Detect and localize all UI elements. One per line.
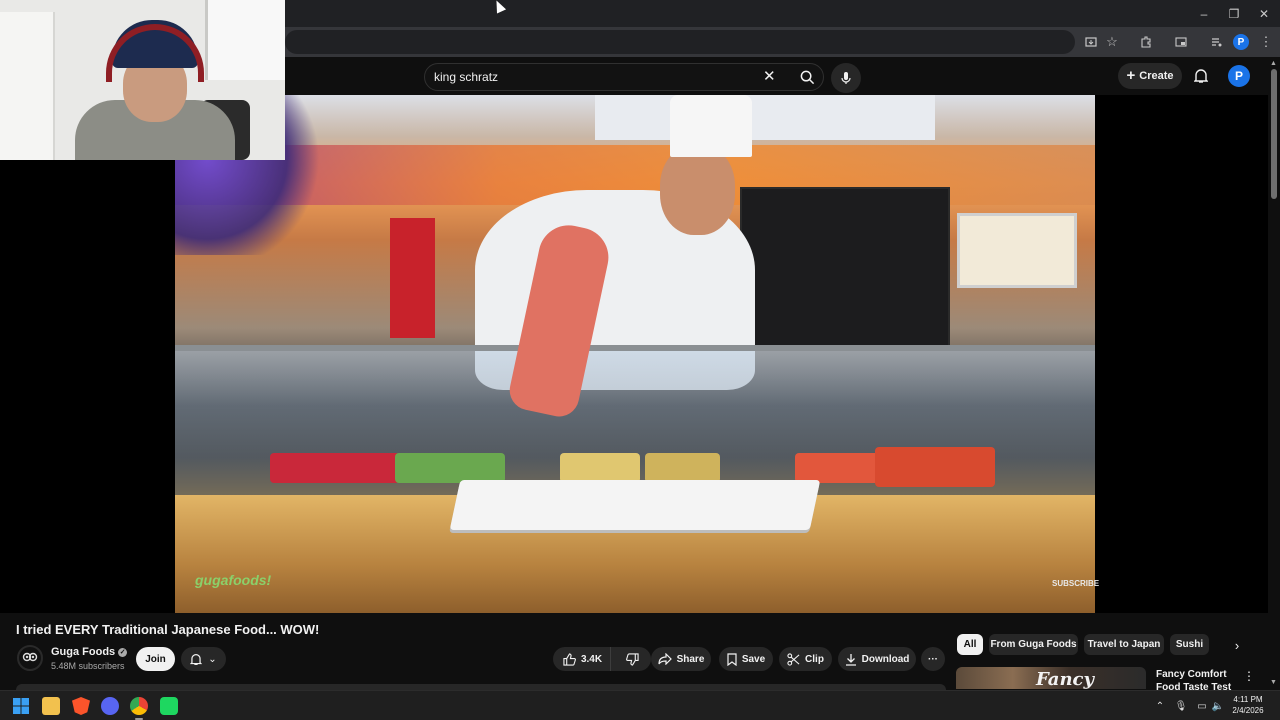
channel-name-label[interactable]: Guga Foods: [51, 646, 115, 658]
cast-icon[interactable]: [1172, 33, 1190, 51]
search-button[interactable]: [789, 64, 825, 90]
webcam-overlay: [0, 0, 285, 160]
bookmark-icon: [727, 652, 737, 666]
more-icon: ···: [928, 653, 938, 665]
system-clock[interactable]: 4:11 PM 2/4/2026: [1228, 694, 1268, 716]
brave-browser-icon[interactable]: [72, 697, 90, 715]
save-label: Save: [741, 653, 766, 665]
app-icon[interactable]: [160, 697, 178, 715]
taskbar: ⌃ 🎙 ▭ 🔈 4:11 PM 2/4/2026: [0, 690, 1280, 720]
install-app-icon[interactable]: [1082, 33, 1100, 51]
channel-avatar[interactable]: [17, 645, 43, 671]
like-button[interactable]: 3.4K: [555, 647, 612, 671]
save-button[interactable]: Save: [719, 647, 773, 671]
scissors-icon: [787, 652, 800, 666]
subscribe-watermark[interactable]: SUBSCRIBE: [1052, 579, 1099, 588]
browser-profile-avatar[interactable]: P: [1233, 34, 1249, 50]
browser-menu-icon[interactable]: ⋮: [1257, 33, 1275, 51]
extensions-icon[interactable]: [1137, 33, 1155, 51]
channel-name[interactable]: Guga Foods ✓: [51, 646, 128, 658]
microphone-icon[interactable]: 🎙: [1175, 699, 1188, 713]
close-button[interactable]: ✕: [1248, 0, 1280, 27]
download-button[interactable]: Download: [838, 647, 916, 671]
video-frame[interactable]: gugafoods!: [175, 95, 1095, 613]
search-icon: [800, 70, 814, 84]
more-actions-button[interactable]: ···: [921, 647, 945, 671]
bell-icon: [190, 653, 203, 665]
thumbnail-text: Fancy: [1036, 669, 1094, 689]
download-label: Download: [861, 653, 910, 665]
notifications-button[interactable]: [1190, 65, 1212, 87]
share-icon: [657, 653, 672, 665]
share-button[interactable]: Share: [651, 647, 711, 671]
verified-icon: ✓: [118, 647, 128, 657]
owl-logo-icon: [22, 652, 38, 662]
like-count: 3.4K: [580, 653, 603, 665]
media-controls-icon[interactable]: [1208, 33, 1226, 51]
chip-sushi[interactable]: Sushi: [1170, 634, 1209, 655]
chevron-down-icon: ⌄: [208, 653, 217, 665]
chip-from-guga-foods[interactable]: From Guga Foods: [989, 634, 1078, 655]
bookmark-star-icon[interactable]: ☆: [1103, 33, 1121, 51]
scroll-up-icon[interactable]: ▲: [1270, 60, 1278, 68]
clock-date: 2/4/2026: [1232, 706, 1264, 715]
windows-start-icon[interactable]: [12, 697, 30, 715]
clip-label: Clip: [805, 653, 824, 665]
kebab-menu-icon[interactable]: ⋮: [1243, 669, 1255, 683]
create-label: Create: [1139, 70, 1174, 82]
thumbs-up-icon: [563, 652, 576, 666]
like-dislike-group: 3.4K: [553, 647, 651, 671]
clip-button[interactable]: Clip: [779, 647, 832, 671]
search-box[interactable]: king schratz ✕: [424, 63, 824, 91]
tray-overflow-icon[interactable]: ⌃: [1154, 699, 1166, 713]
bell-icon: [1194, 69, 1208, 83]
share-label: Share: [676, 653, 705, 665]
clock-time: 4:11 PM: [1233, 695, 1263, 704]
voice-search-button[interactable]: [831, 63, 861, 93]
clear-search-icon[interactable]: ✕: [763, 67, 776, 85]
minimize-button[interactable]: –: [1188, 0, 1220, 27]
network-icon[interactable]: ▭: [1196, 699, 1208, 713]
volume-icon[interactable]: 🔈: [1212, 699, 1224, 713]
join-button[interactable]: Join: [136, 647, 175, 671]
address-bar[interactable]: [285, 30, 1075, 54]
search-input[interactable]: king schratz: [434, 70, 498, 84]
scroll-thumb[interactable]: [1271, 69, 1277, 199]
create-button[interactable]: + Create: [1118, 63, 1182, 89]
download-icon: [845, 653, 856, 666]
subscriber-count: 5.48M subscribers: [51, 661, 125, 671]
video-player[interactable]: gugafoods! SUBSCRIBE: [0, 95, 1268, 613]
chip-all[interactable]: All: [957, 634, 983, 655]
subscription-notifications-button[interactable]: ⌄: [181, 647, 226, 671]
video-title: I tried EVERY Traditional Japanese Food.…: [16, 622, 320, 637]
desktop: – ❐ ✕ ☆ P ⋮ king schratz ✕ + Create P gu…: [0, 0, 1280, 720]
recommendation-title[interactable]: Fancy Comfort Food Taste Test: [1156, 668, 1236, 690]
chevron-right-icon[interactable]: ›: [1228, 636, 1246, 654]
recommendation-thumbnail[interactable]: Fancy: [956, 667, 1146, 689]
plus-icon: +: [1126, 67, 1136, 84]
page-scrollbar[interactable]: ▲ ▼: [1268, 57, 1280, 690]
dislike-button[interactable]: [616, 647, 649, 671]
account-avatar[interactable]: P: [1228, 65, 1250, 87]
video-scene: [595, 95, 935, 140]
discord-icon[interactable]: [101, 697, 119, 715]
maximize-button[interactable]: ❐: [1218, 0, 1250, 27]
channel-watermark: gugafoods!: [195, 572, 272, 588]
chip-travel-to-japan[interactable]: Travel to Japan: [1084, 634, 1164, 655]
chrome-icon[interactable]: [130, 697, 148, 715]
thumbs-down-icon: [626, 652, 639, 666]
file-explorer-icon[interactable]: [42, 697, 60, 715]
microphone-icon: [841, 72, 851, 84]
scroll-down-icon[interactable]: ▼: [1270, 679, 1278, 687]
